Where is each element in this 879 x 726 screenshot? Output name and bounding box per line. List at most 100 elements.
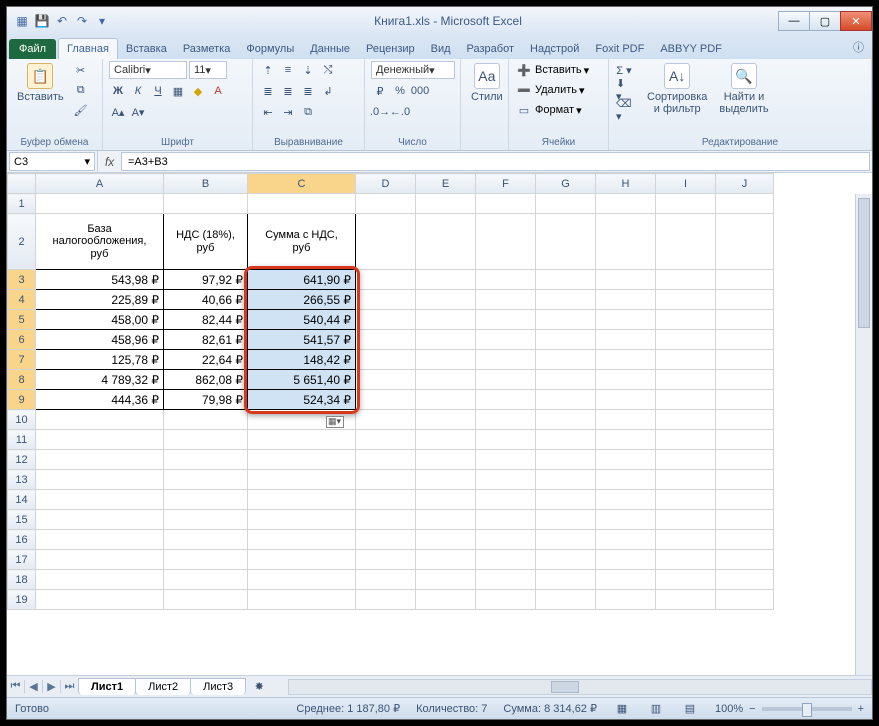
cell-B4[interactable]: 40,66 ₽ bbox=[164, 290, 248, 310]
align-right-icon[interactable]: ≣ bbox=[299, 82, 317, 100]
cell-B5[interactable]: 82,44 ₽ bbox=[164, 310, 248, 330]
sheet-nav-last-icon[interactable]: ⏭ bbox=[61, 680, 79, 693]
header-base[interactable]: Базаналогообложения,руб bbox=[36, 214, 164, 270]
cell-C4[interactable]: 266,55 ₽ bbox=[248, 290, 356, 310]
row-header-1[interactable]: 1 bbox=[8, 194, 36, 214]
row-header-11[interactable]: 11 bbox=[8, 430, 36, 450]
maximize-button[interactable]: ▢ bbox=[809, 11, 841, 31]
cell-C8[interactable]: 5 651,40 ₽ bbox=[248, 370, 356, 390]
new-sheet-icon[interactable]: ✸ bbox=[250, 678, 268, 696]
zoom-out-icon[interactable]: − bbox=[749, 703, 755, 715]
cells-delete-button[interactable]: ➖Удалить ▾ bbox=[515, 81, 585, 99]
undo-icon[interactable]: ↶ bbox=[53, 12, 71, 30]
redo-icon[interactable]: ↷ bbox=[73, 12, 91, 30]
col-header-C[interactable]: C bbox=[248, 174, 356, 194]
underline-icon[interactable]: Ч bbox=[149, 82, 167, 100]
align-left-icon[interactable]: ≣ bbox=[259, 82, 277, 100]
bold-icon[interactable]: Ж bbox=[109, 82, 127, 100]
name-box[interactable]: C3▾ bbox=[9, 152, 95, 171]
row-header-7[interactable]: 7 bbox=[8, 350, 36, 370]
tab-foxit[interactable]: Foxit PDF bbox=[587, 39, 652, 59]
autofill-options-icon[interactable]: ▦▾ bbox=[326, 416, 344, 428]
font-name-combo[interactable]: Calibri ▾ bbox=[109, 61, 187, 79]
row-header-17[interactable]: 17 bbox=[8, 550, 36, 570]
close-button[interactable]: ✕ bbox=[840, 11, 872, 31]
cell-B7[interactable]: 22,64 ₽ bbox=[164, 350, 248, 370]
copy-icon[interactable]: ⧉ bbox=[72, 81, 90, 99]
comma-icon[interactable]: 000 bbox=[411, 82, 429, 100]
tab-layout[interactable]: Разметка bbox=[175, 39, 239, 59]
view-layout-icon[interactable]: ▥ bbox=[647, 700, 665, 718]
italic-icon[interactable]: К bbox=[129, 82, 147, 100]
increase-decimal-icon[interactable]: .0→ bbox=[371, 103, 389, 121]
align-top-icon[interactable]: ⇡ bbox=[259, 61, 277, 79]
styles-button[interactable]: Aa Стили bbox=[467, 61, 507, 105]
file-tab[interactable]: Файл bbox=[9, 39, 56, 59]
minimize-button[interactable]: — bbox=[778, 11, 810, 31]
view-pagebreak-icon[interactable]: ▤ bbox=[681, 700, 699, 718]
horizontal-scrollbar[interactable] bbox=[288, 679, 872, 695]
namebox-dropdown-icon[interactable]: ▾ bbox=[84, 155, 90, 168]
row-header-2[interactable]: 2 bbox=[8, 214, 36, 270]
row-header-4[interactable]: 4 bbox=[8, 290, 36, 310]
cell-C5[interactable]: 540,44 ₽ bbox=[248, 310, 356, 330]
col-header-E[interactable]: E bbox=[416, 174, 476, 194]
tab-developer[interactable]: Разработ bbox=[459, 39, 522, 59]
row-header-15[interactable]: 15 bbox=[8, 510, 36, 530]
row-header-16[interactable]: 16 bbox=[8, 530, 36, 550]
sheet-tab-3[interactable]: Лист3 bbox=[190, 678, 246, 695]
cell-C7[interactable]: 148,42 ₽ bbox=[248, 350, 356, 370]
header-sum[interactable]: Сумма с НДС,руб bbox=[248, 214, 356, 270]
tab-home[interactable]: Главная bbox=[58, 38, 118, 59]
zoom-control[interactable]: 100% − + bbox=[715, 703, 864, 715]
save-icon[interactable]: 💾 bbox=[33, 12, 51, 30]
col-header-I[interactable]: I bbox=[656, 174, 716, 194]
cell-C3[interactable]: 641,90 ₽ bbox=[248, 270, 356, 290]
increase-indent-icon[interactable]: ⇥ bbox=[279, 103, 297, 121]
align-middle-icon[interactable]: ≡ bbox=[279, 61, 297, 79]
header-vat[interactable]: НДС (18%),руб bbox=[164, 214, 248, 270]
sheet-tab-1[interactable]: Лист1 bbox=[78, 678, 136, 695]
col-header-F[interactable]: F bbox=[476, 174, 536, 194]
row-header-8[interactable]: 8 bbox=[8, 370, 36, 390]
cell-A5[interactable]: 458,00 ₽ bbox=[36, 310, 164, 330]
clear-icon[interactable]: ⌫ ▾ bbox=[615, 101, 633, 119]
col-header-B[interactable]: B bbox=[164, 174, 248, 194]
fx-icon[interactable]: fx bbox=[97, 151, 121, 172]
qat-dropdown-icon[interactable]: ▾ bbox=[93, 12, 111, 30]
zoom-slider[interactable] bbox=[762, 707, 852, 711]
find-select-button[interactable]: 🔍 Найти и выделить bbox=[715, 61, 772, 117]
orientation-icon[interactable]: ⤭ bbox=[319, 61, 337, 79]
cell-A8[interactable]: 4 789,32 ₽ bbox=[36, 370, 164, 390]
cell-A9[interactable]: 444,36 ₽ bbox=[36, 390, 164, 410]
cell-A4[interactable]: 225,89 ₽ bbox=[36, 290, 164, 310]
row-header-14[interactable]: 14 bbox=[8, 490, 36, 510]
help-icon[interactable]: ⓘ bbox=[845, 35, 872, 59]
cell-B8[interactable]: 862,08 ₽ bbox=[164, 370, 248, 390]
row-header-5[interactable]: 5 bbox=[8, 310, 36, 330]
decrease-font-icon[interactable]: A▾ bbox=[129, 103, 147, 121]
cell-B9[interactable]: 79,98 ₽ bbox=[164, 390, 248, 410]
cell-B6[interactable]: 82,61 ₽ bbox=[164, 330, 248, 350]
font-color-icon[interactable]: A bbox=[209, 82, 227, 100]
col-header-H[interactable]: H bbox=[596, 174, 656, 194]
row-header-9[interactable]: 9 bbox=[8, 390, 36, 410]
row-header-6[interactable]: 6 bbox=[8, 330, 36, 350]
cell-B3[interactable]: 97,92 ₽ bbox=[164, 270, 248, 290]
increase-font-icon[interactable]: A▴ bbox=[109, 103, 127, 121]
cell-C9[interactable]: 524,34 ₽ bbox=[248, 390, 356, 410]
cell-A6[interactable]: 458,96 ₽ bbox=[36, 330, 164, 350]
decrease-indent-icon[interactable]: ⇤ bbox=[259, 103, 277, 121]
cell-A3[interactable]: 543,98 ₽ bbox=[36, 270, 164, 290]
font-size-combo[interactable]: 11 ▾ bbox=[189, 61, 227, 79]
cells-format-button[interactable]: ▭Формат ▾ bbox=[515, 101, 582, 119]
currency-icon[interactable]: ₽ bbox=[371, 82, 389, 100]
merge-icon[interactable]: ⧉ bbox=[299, 103, 317, 121]
percent-icon[interactable]: % bbox=[391, 82, 409, 100]
number-format-combo[interactable]: Денежный ▾ bbox=[371, 61, 455, 79]
row-header-10[interactable]: 10 bbox=[8, 410, 36, 430]
sheet-nav-prev-icon[interactable]: ◀ bbox=[25, 680, 43, 693]
align-bottom-icon[interactable]: ⇣ bbox=[299, 61, 317, 79]
row-header-3[interactable]: 3 bbox=[8, 270, 36, 290]
format-painter-icon[interactable]: 🖌 bbox=[72, 101, 90, 119]
